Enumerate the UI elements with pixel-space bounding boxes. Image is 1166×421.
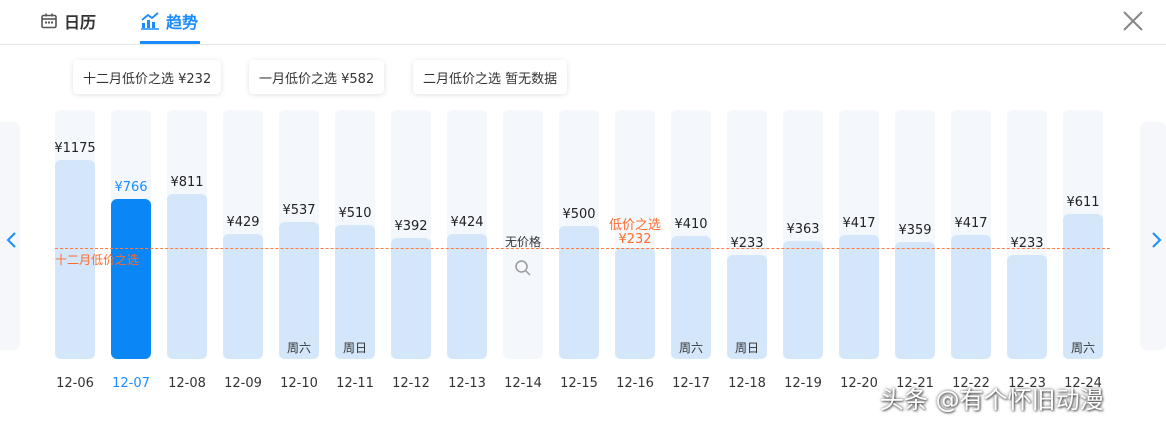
price-bar[interactable] bbox=[951, 235, 991, 359]
price-bar[interactable] bbox=[447, 234, 487, 359]
price-label: ¥811 bbox=[170, 175, 204, 190]
price-bar[interactable] bbox=[615, 248, 655, 359]
price-label: ¥611 bbox=[1066, 194, 1100, 210]
price-label: ¥1175 bbox=[54, 141, 96, 156]
watermark: 头条 @有个怀旧动漫 bbox=[880, 386, 1104, 414]
price-trend-chart: 12-06 ¥1175 12-07 ¥766 12-08 ¥811 12-09 ¥429 12-… bbox=[0, 0, 1166, 421]
price-label: ¥424 bbox=[450, 215, 484, 231]
weekday-label: 周日 bbox=[342, 341, 367, 355]
price-label: ¥410 bbox=[674, 216, 708, 232]
price-label: ¥233 bbox=[730, 236, 764, 252]
price-bar[interactable] bbox=[895, 241, 935, 359]
price-bar[interactable] bbox=[1063, 213, 1103, 359]
price-label: ¥233 bbox=[1010, 236, 1044, 252]
price-bar[interactable] bbox=[391, 237, 431, 359]
price-bar[interactable] bbox=[223, 233, 263, 359]
price-bar[interactable] bbox=[111, 199, 151, 359]
weekday-label: 周六 bbox=[1070, 341, 1095, 355]
price-bar[interactable] bbox=[167, 194, 207, 359]
lowest-price-value: ¥232 bbox=[618, 232, 652, 247]
weekday-label: 周日 bbox=[734, 341, 759, 355]
price-bar[interactable] bbox=[783, 241, 823, 359]
price-label: ¥417 bbox=[954, 216, 988, 232]
price-bar[interactable] bbox=[839, 235, 879, 359]
lowest-price-line bbox=[55, 248, 1110, 249]
search-icon bbox=[515, 260, 531, 276]
price-bar[interactable] bbox=[1007, 255, 1047, 359]
lowest-price-line-label: 十二月低价之选 bbox=[55, 253, 140, 267]
weekday-label: 周六 bbox=[286, 341, 311, 355]
price-bar[interactable] bbox=[559, 226, 599, 359]
weekday-label: 周六 bbox=[678, 341, 703, 355]
